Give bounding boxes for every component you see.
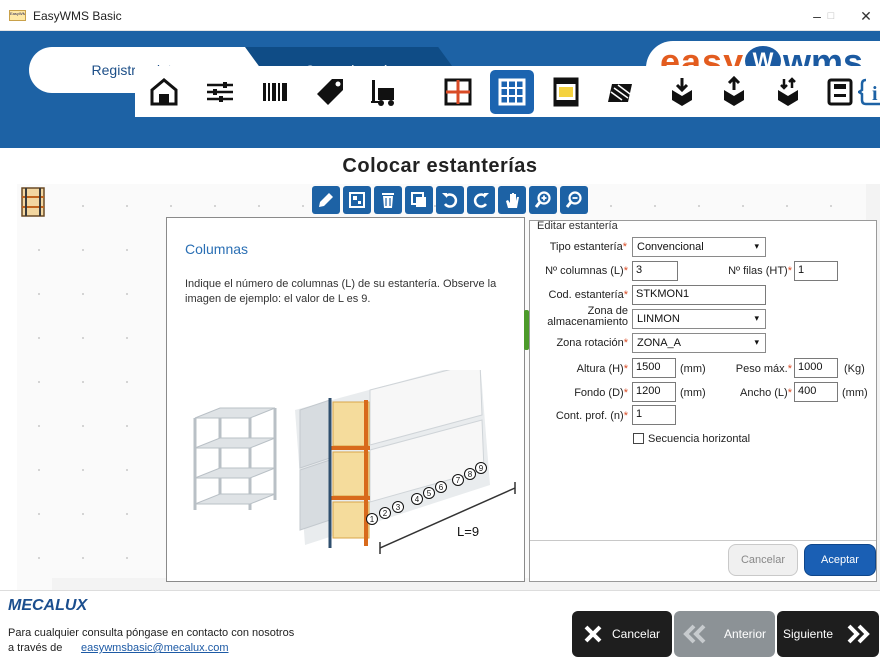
altura-label: Altura (H)* bbox=[576, 363, 628, 375]
secuencia-checkbox[interactable] bbox=[633, 433, 644, 444]
zona-almacenamiento-label: Zona de almacenamiento bbox=[547, 305, 628, 328]
cancel-button[interactable]: Cancelar bbox=[572, 611, 672, 657]
contact-email-link[interactable]: easywmsbasic@mecalux.com bbox=[81, 642, 229, 654]
filas-input[interactable]: 1 bbox=[794, 261, 838, 281]
peso-input[interactable]: 1000 bbox=[794, 358, 838, 378]
floor-area-icon[interactable] bbox=[598, 70, 642, 114]
zoom-in-icon[interactable] bbox=[529, 186, 557, 214]
contact-text: Para cualquier consulta póngase en conta… bbox=[8, 627, 295, 639]
divider bbox=[530, 540, 876, 541]
delete-trash-icon[interactable] bbox=[374, 186, 402, 214]
column-number: 7 bbox=[456, 476, 461, 485]
page-title: Colocar estanterías bbox=[0, 148, 880, 184]
info-icon[interactable]: i bbox=[852, 70, 880, 114]
altura-input[interactable]: 1500 bbox=[632, 358, 676, 378]
title-bar bbox=[0, 0, 880, 31]
double-chevron-left-icon bbox=[683, 624, 706, 644]
redo-icon[interactable] bbox=[467, 186, 495, 214]
forklift-icon[interactable] bbox=[362, 70, 406, 114]
close-button[interactable]: ✕ bbox=[851, 5, 880, 27]
rack-thumbnail-icon[interactable] bbox=[20, 186, 46, 218]
next-label: Siguiente bbox=[783, 627, 834, 641]
side-tab-handle[interactable] bbox=[524, 310, 529, 350]
cod-input[interactable]: STKMON1 bbox=[632, 285, 766, 305]
zona-almacenamiento-select[interactable]: LINMON ▾ bbox=[632, 309, 766, 329]
cont-prof-label: Cont. prof. (n)* bbox=[555, 410, 628, 422]
warehouse-icon[interactable] bbox=[142, 70, 186, 114]
column-number: 4 bbox=[415, 495, 420, 504]
rack-grid-icon[interactable] bbox=[490, 70, 534, 114]
tag-icon[interactable] bbox=[308, 70, 352, 114]
column-number: 6 bbox=[439, 483, 444, 492]
column-number: 3 bbox=[396, 503, 401, 512]
ancho-input[interactable]: 400 bbox=[794, 382, 838, 402]
undo-icon[interactable] bbox=[436, 186, 464, 214]
chevron-down-icon: ▾ bbox=[754, 241, 759, 251]
tipo-label: Tipo estantería* bbox=[549, 241, 627, 253]
ancho-label: Ancho (L)* bbox=[740, 387, 792, 399]
properties-icon[interactable] bbox=[343, 186, 371, 214]
shelf-yellow-icon[interactable] bbox=[544, 70, 588, 114]
zona-rotacion-select[interactable]: ZONA_A ▾ bbox=[632, 333, 766, 353]
chevron-down-icon: ▾ bbox=[754, 313, 759, 323]
double-chevron-right-icon bbox=[847, 624, 870, 644]
box-up-icon[interactable] bbox=[712, 70, 756, 114]
zoom-out-icon[interactable] bbox=[560, 186, 588, 214]
column-number: 5 bbox=[427, 489, 432, 498]
column-number: 8 bbox=[468, 470, 473, 479]
fondo-label: Fondo (D)* bbox=[574, 387, 628, 399]
form-cancel-button[interactable]: Cancelar bbox=[728, 544, 798, 576]
tipo-select[interactable]: Convencional ▾ bbox=[632, 237, 766, 257]
fondo-input[interactable]: 1200 bbox=[632, 382, 676, 402]
cod-label: Cod. estantería* bbox=[548, 289, 629, 301]
previous-button[interactable]: Anterior bbox=[674, 611, 775, 657]
window-title: EasyWMS Basic bbox=[33, 9, 122, 23]
column-number: 2 bbox=[383, 509, 388, 518]
filas-label: Nº filas (HT)* bbox=[728, 265, 792, 277]
app-logo-icon: EasyWMS bbox=[9, 10, 26, 21]
next-button[interactable]: Siguiente bbox=[777, 611, 879, 657]
chevron-down-icon: ▾ bbox=[754, 337, 759, 347]
svg-text:i: i bbox=[872, 83, 878, 105]
rack-red-icon[interactable] bbox=[436, 70, 480, 114]
contact-text-prefix: a través de bbox=[8, 642, 63, 654]
column-number: 9 bbox=[479, 464, 484, 473]
peso-label: Peso máx.* bbox=[735, 363, 792, 375]
maximize-button[interactable]: □ bbox=[816, 5, 846, 27]
barcode-icon[interactable] bbox=[253, 70, 297, 114]
copy-icon[interactable] bbox=[405, 186, 433, 214]
column-number: 1 bbox=[370, 515, 375, 524]
canvas-toolbar bbox=[312, 186, 588, 214]
dimension-label: L=9 bbox=[457, 524, 479, 539]
close-x-icon bbox=[584, 625, 602, 643]
zona-rotacion-label: Zona rotación* bbox=[556, 337, 628, 349]
edit-pencil-icon[interactable] bbox=[312, 186, 340, 214]
peso-unit: (Kg) bbox=[844, 363, 865, 375]
altura-unit: (mm) bbox=[680, 363, 706, 375]
ancho-unit: (mm) bbox=[842, 387, 868, 399]
form-accept-button[interactable]: Aceptar bbox=[804, 544, 876, 576]
secuencia-label: Secuencia horizontal bbox=[648, 433, 751, 445]
cont-prof-input[interactable]: 1 bbox=[632, 405, 676, 425]
sliders-icon[interactable] bbox=[198, 70, 242, 114]
rack-example-image: L=9 1 2 3 4 5 6 7 8 9 bbox=[193, 370, 516, 554]
fondo-unit: (mm) bbox=[680, 387, 706, 399]
previous-label: Anterior bbox=[724, 627, 767, 641]
box-down-icon[interactable] bbox=[660, 70, 704, 114]
cancel-label: Cancelar bbox=[612, 627, 661, 641]
form-legend: Editar estantería bbox=[537, 220, 618, 232]
pan-hand-icon[interactable] bbox=[498, 186, 526, 214]
help-text: Indique el número de columnas (L) de su … bbox=[185, 278, 497, 305]
columnas-label: Nº columnas (L)* bbox=[545, 265, 628, 277]
columnas-input[interactable]: 3 bbox=[632, 261, 678, 281]
help-title: Columnas bbox=[185, 241, 249, 257]
box-transfer-icon[interactable] bbox=[766, 70, 810, 114]
mecalux-logo: MECALUX bbox=[8, 597, 88, 614]
